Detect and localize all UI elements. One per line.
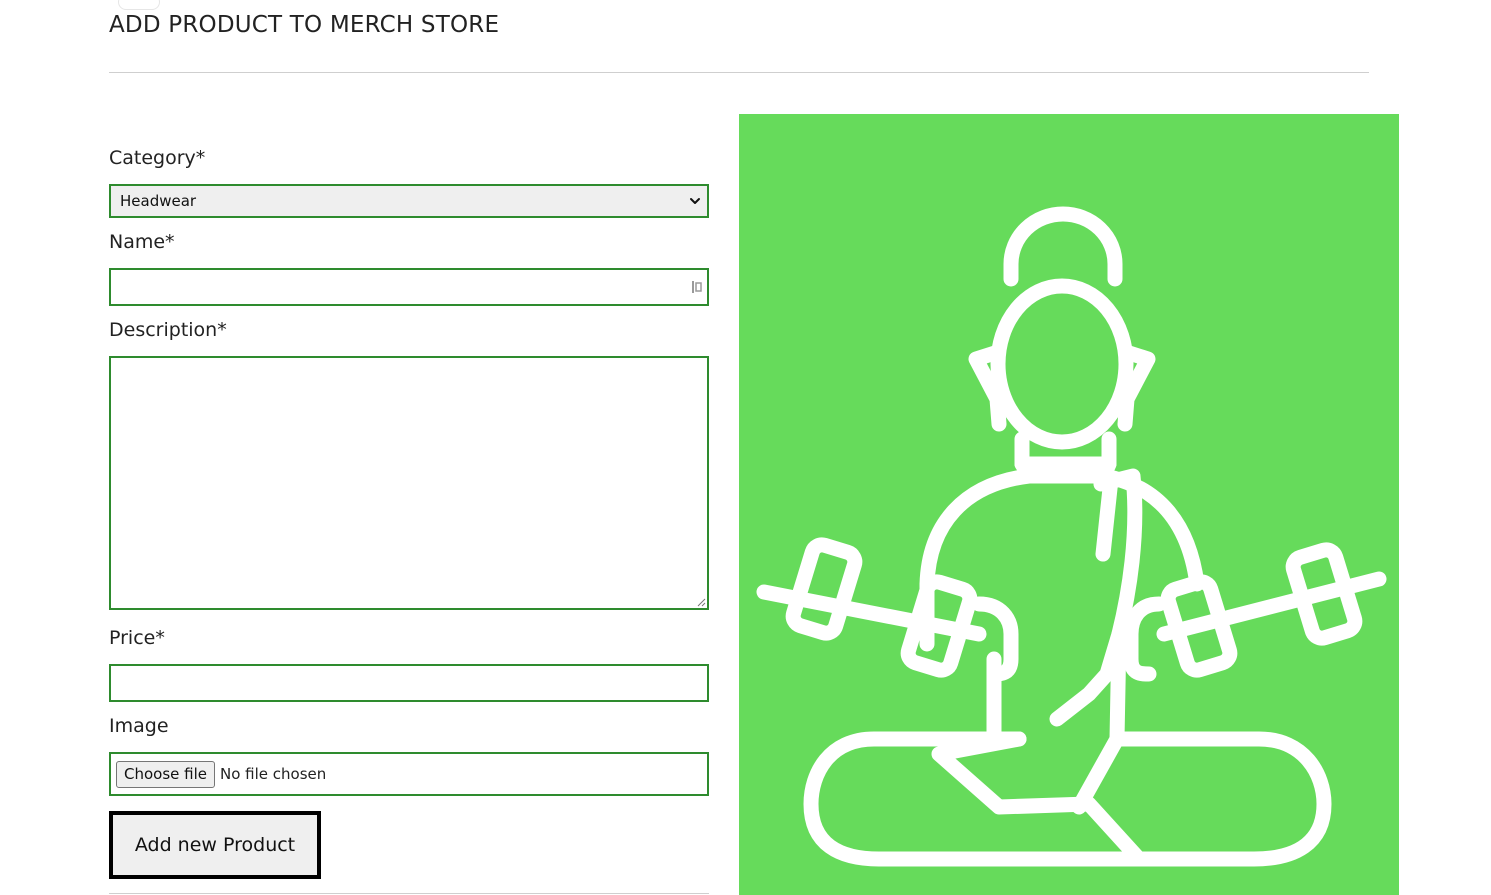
page-title: ADD PRODUCT TO MERCH STORE [109,12,500,38]
category-selected-value: Headwear [120,192,197,210]
category-label: Category* [109,147,206,169]
price-label: Price* [109,627,165,649]
resize-grip-icon[interactable] [697,598,706,607]
product-image-preview [739,114,1399,895]
chevron-down-icon [690,198,700,204]
file-status-text: No file chosen [220,765,327,783]
image-file-input[interactable]: Choose file No file chosen [109,752,709,796]
image-label: Image [109,715,169,737]
form-bottom-divider [109,893,709,894]
price-input[interactable] [109,664,709,702]
category-select[interactable]: Headwear [109,184,709,218]
name-input[interactable] [109,268,709,306]
meditating-figure-with-dumbbells-icon [756,206,1387,867]
add-product-page: ADD PRODUCT TO MERCH STORE Category* Hea… [0,0,1491,895]
description-label: Description* [109,319,227,341]
choose-file-button[interactable]: Choose file [116,760,215,788]
title-divider [109,72,1369,73]
autofill-icon[interactable] [691,280,703,294]
add-new-product-button[interactable]: Add new Product [109,811,321,879]
name-label: Name* [109,231,175,253]
description-textarea[interactable] [109,356,709,610]
top-decoration [118,0,160,10]
